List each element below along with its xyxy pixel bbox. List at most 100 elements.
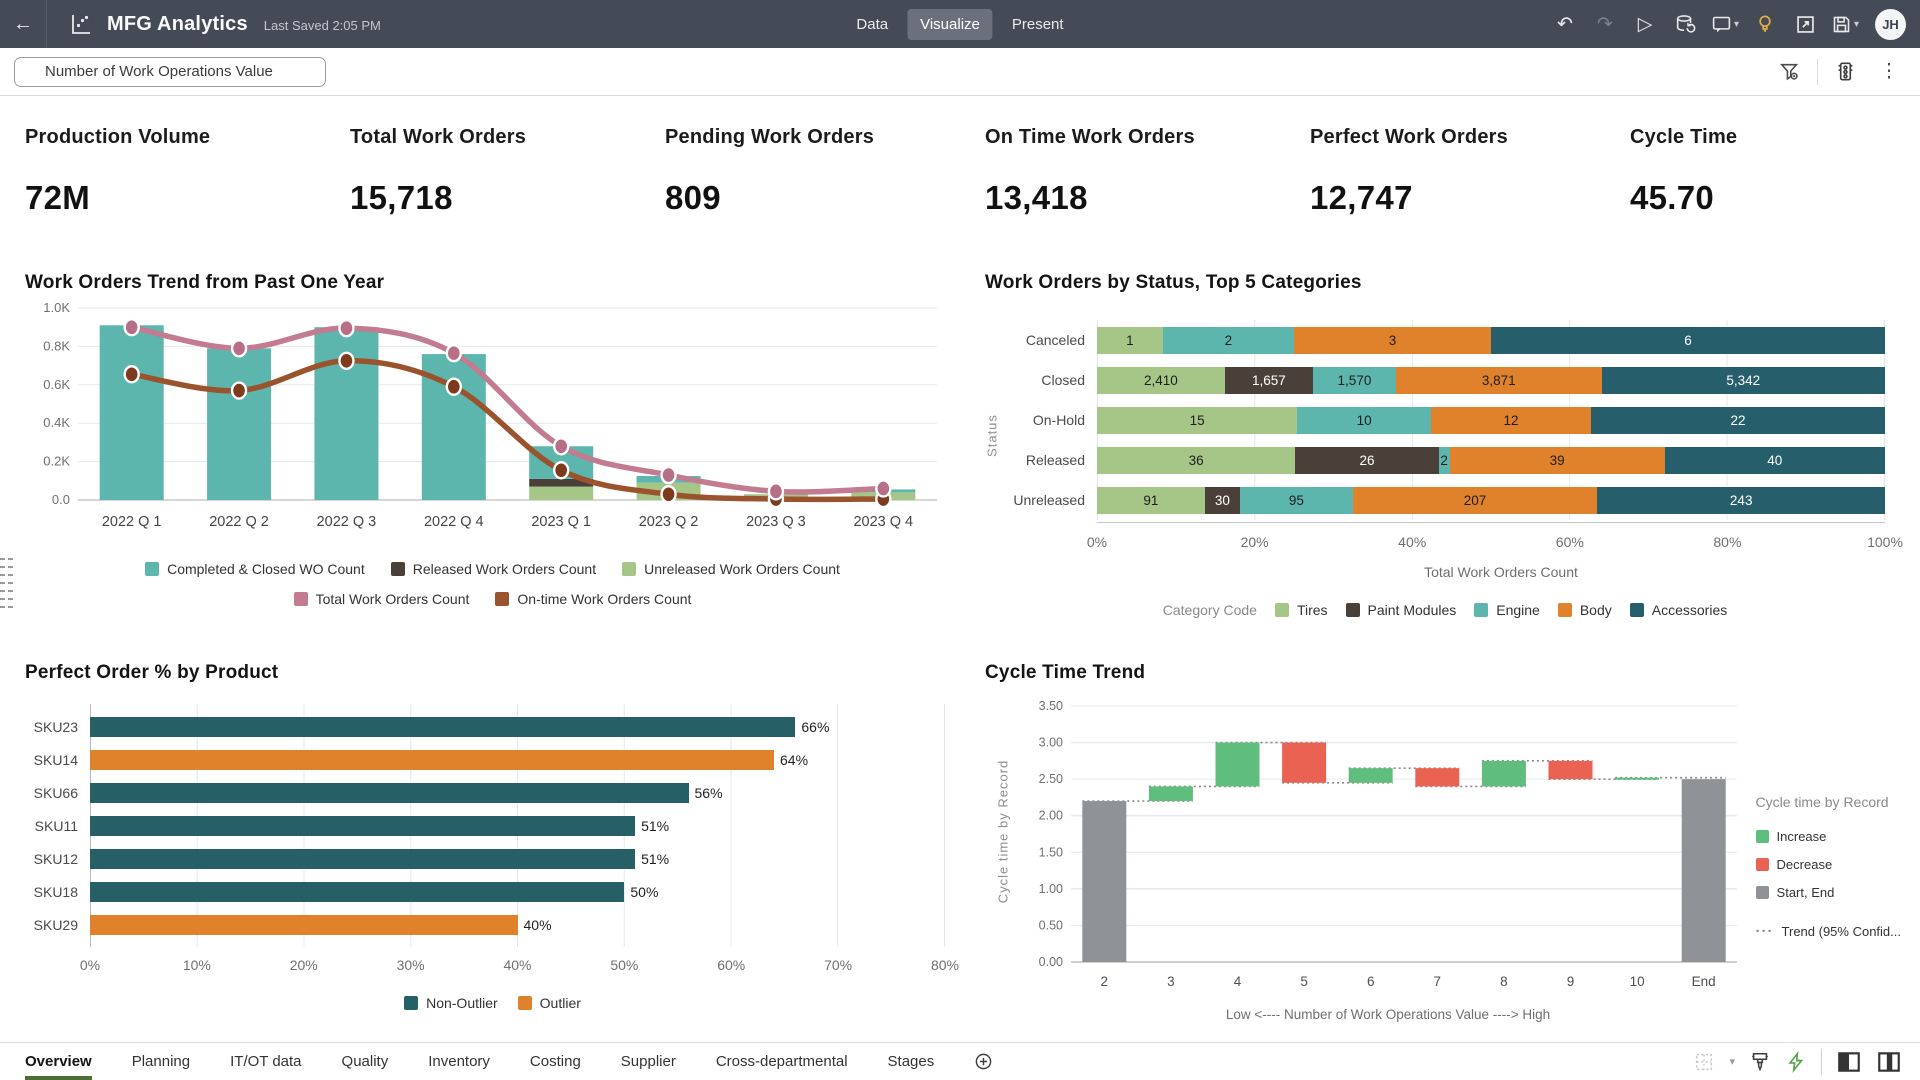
data-point[interactable] xyxy=(447,345,461,361)
canvas-tab-supplier[interactable]: Supplier xyxy=(621,1043,676,1080)
visualization-settings-icon[interactable] xyxy=(1828,55,1862,89)
legend-item[interactable]: Unreleased Work Orders Count xyxy=(622,561,840,577)
legend-item-trend[interactable]: ···Trend (95% Confid... xyxy=(1756,923,1901,940)
bar-segment[interactable] xyxy=(529,487,593,500)
waterfall-bar-End[interactable] xyxy=(1682,779,1726,962)
data-point[interactable] xyxy=(662,486,676,502)
chart-perfect-order-by-product[interactable]: Perfect Order % by Product SKU2366%SKU14… xyxy=(20,662,965,1034)
bar-segment-tires[interactable]: 91 xyxy=(1097,487,1205,514)
data-point[interactable] xyxy=(447,379,461,395)
chart-work-orders-trend[interactable]: Work Orders Trend from Past One Year 1.0… xyxy=(20,272,965,650)
bar-segment[interactable] xyxy=(207,348,271,500)
legend-item[interactable]: Paint Modules xyxy=(1346,602,1457,618)
bar-segment-engine[interactable]: 2 xyxy=(1439,447,1450,474)
status-plot-area[interactable]: Canceled1236Closed2,4101,6571,5703,8715,… xyxy=(985,320,1905,618)
chart-work-orders-by-status[interactable]: Work Orders by Status, Top 5 Categories … xyxy=(985,272,1905,650)
bar-sku12[interactable] xyxy=(90,849,635,869)
data-point[interactable] xyxy=(554,438,568,454)
bar-segment-body[interactable]: 12 xyxy=(1431,407,1591,434)
tab-visualize[interactable]: Visualize xyxy=(907,9,993,40)
waterfall-bar-2[interactable] xyxy=(1082,801,1126,962)
bar-segment-accessories[interactable]: 22 xyxy=(1591,407,1885,434)
bar-segment[interactable] xyxy=(100,325,164,500)
open-in-window-icon[interactable] xyxy=(1787,6,1823,42)
bar-segment-accessories[interactable]: 40 xyxy=(1665,447,1885,474)
bar-sku66[interactable] xyxy=(90,783,689,803)
data-point[interactable] xyxy=(876,480,890,496)
bar-segment-tires[interactable]: 15 xyxy=(1097,407,1297,434)
refresh-data-icon[interactable] xyxy=(1667,6,1703,42)
add-canvas-button[interactable] xyxy=(974,1052,993,1071)
legend-item[interactable]: Released Work Orders Count xyxy=(391,561,596,577)
bar-sku14[interactable] xyxy=(90,750,774,770)
kpi-perfect-work-orders[interactable]: Perfect Work Orders 12,747 xyxy=(1310,126,1630,264)
redo-button[interactable]: ↷ xyxy=(1587,6,1623,42)
legend-item[interactable]: Engine xyxy=(1474,602,1540,618)
kpi-cycle-time[interactable]: Cycle Time 45.70 xyxy=(1630,126,1920,264)
legend-item[interactable]: Increase xyxy=(1756,829,1901,844)
canvas-tab-inventory[interactable]: Inventory xyxy=(428,1043,490,1080)
undo-button[interactable]: ↶ xyxy=(1547,6,1583,42)
bar-segment-body[interactable]: 207 xyxy=(1353,487,1598,514)
bar-segment-paint-modules[interactable]: 1,657 xyxy=(1225,367,1313,394)
legend-item[interactable]: Total Work Orders Count xyxy=(294,591,470,607)
bar-segment-body[interactable]: 3,871 xyxy=(1396,367,1601,394)
kpi-pending-work-orders[interactable]: Pending Work Orders 809 xyxy=(665,126,985,264)
kpi-on-time-work-orders[interactable]: On Time Work Orders 13,418 xyxy=(985,126,1310,264)
waterfall-bar-10[interactable] xyxy=(1615,778,1659,780)
canvas-tab-costing[interactable]: Costing xyxy=(530,1043,581,1080)
perfect-plot-area[interactable]: SKU2366%SKU1464%SKU6656%SKU1151%SKU1251%… xyxy=(20,710,965,1011)
bar-segment-accessories[interactable]: 5,342 xyxy=(1602,367,1885,394)
legend-item[interactable]: Non-Outlier xyxy=(404,995,498,1011)
bar-segment-accessories[interactable]: 243 xyxy=(1597,487,1885,514)
data-point[interactable] xyxy=(554,462,568,478)
data-point[interactable] xyxy=(769,483,783,499)
legend-item[interactable]: On-time Work Orders Count xyxy=(495,591,691,607)
tab-present[interactable]: Present xyxy=(999,9,1077,40)
bar-segment-engine[interactable]: 95 xyxy=(1240,487,1352,514)
tab-data[interactable]: Data xyxy=(843,9,901,40)
bar-segment-body[interactable]: 39 xyxy=(1450,447,1665,474)
cycle-plot-area[interactable]: 3.503.002.502.001.501.000.500.0023456789… xyxy=(985,684,1905,1022)
bar-segment-paint-modules[interactable]: 30 xyxy=(1205,487,1240,514)
legend-item[interactable]: Completed & Closed WO Count xyxy=(145,561,365,577)
canvas-tab-overview[interactable]: Overview xyxy=(25,1043,92,1080)
legend-item[interactable]: Accessories xyxy=(1630,602,1727,618)
bar-segment-engine[interactable]: 1,570 xyxy=(1313,367,1396,394)
bar-segment-tires[interactable]: 36 xyxy=(1097,447,1295,474)
bar-segment-tires[interactable]: 1 xyxy=(1097,327,1163,354)
auto-insights-bolt-icon[interactable] xyxy=(1785,1051,1807,1073)
canvas-tab-quality[interactable]: Quality xyxy=(342,1043,389,1080)
bar-sku29[interactable] xyxy=(90,915,518,935)
kpi-total-work-orders[interactable]: Total Work Orders 15,718 xyxy=(350,126,665,264)
data-point[interactable] xyxy=(339,353,353,369)
waterfall-bar-4[interactable] xyxy=(1216,743,1260,787)
bar-segment-tires[interactable]: 2,410 xyxy=(1097,367,1225,394)
preview-play-button[interactable]: ▷ xyxy=(1627,6,1663,42)
legend-item[interactable]: Outlier xyxy=(518,995,581,1011)
bar-sku23[interactable] xyxy=(90,717,795,737)
chart-cycle-time-trend[interactable]: Cycle Time Trend 3.503.002.502.001.501.0… xyxy=(985,662,1905,1034)
data-point[interactable] xyxy=(125,319,139,335)
waterfall-bar-3[interactable] xyxy=(1149,786,1193,801)
more-options-kebab-icon[interactable]: ⋮ xyxy=(1872,55,1906,89)
data-point[interactable] xyxy=(339,320,353,336)
data-point[interactable] xyxy=(662,467,676,483)
layout-caret-icon[interactable]: ▾ xyxy=(1729,1055,1735,1068)
waterfall-bar-5[interactable] xyxy=(1282,743,1326,783)
limit-values-filter-icon[interactable] xyxy=(1773,55,1807,89)
legend-item[interactable]: Decrease xyxy=(1756,857,1901,872)
waterfall-bar-8[interactable] xyxy=(1482,761,1526,787)
back-button[interactable]: ← xyxy=(0,0,46,48)
toggle-right-panel-icon[interactable] xyxy=(1876,1049,1902,1075)
bar-segment-accessories[interactable]: 6 xyxy=(1491,327,1885,354)
bar-segment-paint-modules[interactable]: 26 xyxy=(1295,447,1438,474)
waterfall-bar-6[interactable] xyxy=(1349,768,1393,783)
data-point[interactable] xyxy=(125,366,139,382)
user-avatar[interactable]: JH xyxy=(1875,9,1906,40)
panel-resize-grip[interactable] xyxy=(0,558,14,612)
trend-plot-area[interactable]: 1.0K0.8K0.6K0.4K0.2K0.02022 Q 12022 Q 22… xyxy=(20,294,965,607)
legend-item[interactable]: Start, End xyxy=(1756,885,1901,900)
bar-segment-engine[interactable]: 2 xyxy=(1163,327,1294,354)
toggle-left-panel-icon[interactable] xyxy=(1836,1049,1862,1075)
